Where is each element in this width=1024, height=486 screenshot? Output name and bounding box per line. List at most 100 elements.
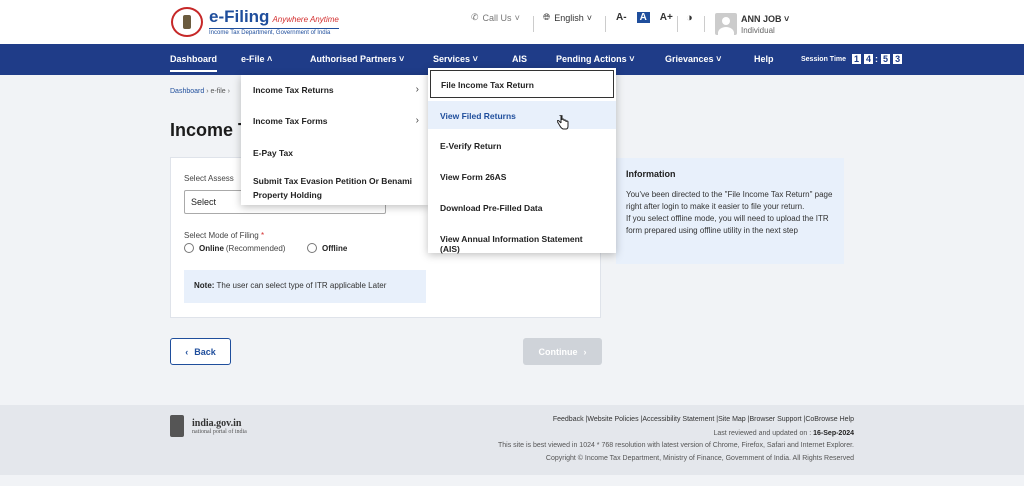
nav-grievances-label: Grievances	[665, 54, 714, 64]
nav-efile-label: e-File	[241, 54, 265, 64]
online-radio[interactable]	[184, 243, 194, 253]
chevron-down-icon: ˅	[784, 13, 790, 24]
back-button[interactable]: ‹ Back	[170, 338, 231, 365]
nav-services[interactable]: Services ˅	[433, 54, 478, 64]
session-digit: 1	[852, 54, 862, 64]
session-digit: 4	[864, 54, 874, 64]
nav-pending-actions[interactable]: Pending Actions ˅	[556, 54, 634, 64]
online-radio-option[interactable]: Online (Recommended)	[184, 243, 285, 253]
note-text: The user can select type of ITR applicab…	[216, 281, 387, 290]
last-reviewed-date: 16-Sep-2024	[813, 430, 854, 437]
menu-item-file-income-tax-return[interactable]: File Income Tax Return	[430, 70, 614, 98]
font-increase-button[interactable]: A+	[660, 12, 673, 23]
services-dropdown-menu: File Income Tax Return View Filed Return…	[428, 68, 616, 254]
user-profile-menu[interactable]: ANN JOB ˅ Individual	[715, 13, 789, 35]
session-colon: :	[875, 54, 879, 64]
nav-grievances[interactable]: Grievances ˅	[665, 54, 721, 64]
session-digit: 3	[893, 54, 903, 64]
information-text-1: You've been directed to the "File Income…	[626, 190, 833, 211]
logo-tagline: Anywhere Anytime	[272, 15, 339, 24]
nav-services-label: Services	[433, 54, 471, 64]
required-mark: *	[260, 231, 265, 240]
top-header: e-Filing Anywhere Anytime Income Tax Depa…	[0, 0, 1024, 44]
footer-links[interactable]: Feedback |Website Policies |Accessibilit…	[553, 416, 854, 423]
india-gov-subtitle: national portal of india	[192, 428, 247, 435]
offline-radio-option[interactable]: Offline	[307, 243, 349, 253]
menu-item-view-filed-returns[interactable]: View Filed Returns	[428, 101, 616, 129]
font-size-controls: A- A A+	[616, 12, 673, 23]
copyright: Copyright © Income Tax Department, Minis…	[545, 455, 854, 462]
online-hint: (Recommended)	[225, 243, 286, 253]
nav-dashboard[interactable]: Dashboard	[170, 54, 218, 72]
menu-item-tax-evasion-line1: Submit Tax Evasion Petition Or Benami	[253, 176, 413, 186]
session-label: Session Time	[801, 55, 847, 63]
nav-help[interactable]: Help	[754, 54, 774, 64]
nav-pending-actions-label: Pending Actions	[556, 54, 627, 64]
emblem-icon	[171, 7, 203, 37]
back-label: Back	[194, 346, 216, 357]
divider	[533, 16, 534, 32]
chevron-down-icon: ˅	[586, 12, 592, 23]
chevron-down-icon: ˅	[514, 12, 520, 23]
logo-title: e-Filing	[209, 7, 270, 26]
breadcrumb-dashboard[interactable]: Dashboard	[170, 88, 204, 95]
note-label: Note:	[194, 281, 215, 290]
chevron-right-icon: ›	[415, 84, 419, 95]
user-role: Individual	[741, 25, 775, 35]
nav-ais[interactable]: AIS	[512, 54, 527, 64]
footer: india.gov.in national portal of india Fe…	[0, 405, 1024, 475]
font-normal-button[interactable]: A	[636, 12, 650, 23]
breadcrumb: Dashboard › e-file ›	[170, 88, 230, 95]
contrast-toggle[interactable]: ◑	[686, 12, 693, 24]
continue-label: Continue	[538, 346, 578, 357]
divider	[605, 16, 606, 32]
india-gov-logo[interactable]: india.gov.in national portal of india	[170, 415, 247, 437]
information-title: Information	[626, 169, 676, 179]
nav-authorised-partners[interactable]: Authorised Partners ˅	[310, 54, 404, 64]
divider	[677, 16, 678, 32]
session-timer: Session Time 1 4 : 5 3	[801, 54, 903, 64]
divider	[704, 16, 705, 32]
chevron-down-icon: ˅	[716, 54, 722, 64]
nav-efile[interactable]: e-File ˄	[241, 54, 272, 64]
offline-label: Offline	[322, 243, 348, 253]
chevron-down-icon: ˅	[629, 54, 635, 64]
assessment-year-label: Select Assess	[184, 174, 234, 183]
session-digit: 5	[881, 54, 891, 64]
chevron-down-icon: ˅	[472, 54, 478, 64]
call-us-label: Call Us	[482, 12, 512, 23]
menu-item-download-prefilled-data[interactable]: Download Pre-Filled Data	[428, 193, 616, 221]
offline-radio[interactable]	[307, 243, 317, 253]
menu-item-view-form-26as[interactable]: View Form 26AS	[428, 162, 616, 190]
last-reviewed: Last reviewed and updated on : 16-Sep-20…	[714, 430, 855, 437]
chevron-down-icon: ˅	[399, 54, 405, 64]
breadcrumb-efile[interactable]: e-file	[210, 88, 225, 95]
menu-item-income-tax-returns[interactable]: Income Tax Returns	[253, 85, 334, 95]
chevron-up-icon: ˄	[267, 54, 273, 64]
logo-subtitle: Income Tax Department, Government of Ind…	[209, 28, 339, 36]
continue-button[interactable]: Continue ›	[523, 338, 602, 365]
menu-item-income-tax-forms[interactable]: Income Tax Forms	[253, 116, 327, 126]
user-name: ANN JOB	[741, 13, 782, 24]
globe-icon: 🌐︎	[543, 12, 551, 22]
filing-mode-label: Select Mode of Filing *	[184, 231, 264, 240]
page-title: Income T	[170, 120, 250, 140]
menu-item-view-ais[interactable]: View Annual Information Statement (AIS)	[428, 224, 616, 254]
menu-item-everify-return[interactable]: E-Verify Return	[428, 131, 616, 159]
call-us-button[interactable]: ✆ Call Us ˅	[471, 12, 520, 23]
avatar	[715, 13, 737, 35]
emblem-icon	[170, 415, 184, 437]
efiling-logo[interactable]: e-Filing Anywhere Anytime Income Tax Depa…	[171, 7, 339, 37]
font-decrease-button[interactable]: A-	[616, 12, 627, 23]
last-reviewed-label: Last reviewed and updated on :	[713, 430, 812, 437]
note-box: Note: The user can select type of ITR ap…	[184, 270, 426, 303]
menu-item-epay-tax[interactable]: E-Pay Tax	[253, 148, 293, 158]
information-panel: Information You've been directed to the …	[616, 158, 844, 264]
nav-authorised-partners-label: Authorised Partners	[310, 54, 397, 64]
filing-mode-label-text: Select Mode of Filing	[184, 231, 259, 240]
language-label: English	[554, 12, 584, 23]
menu-item-tax-evasion-petition[interactable]: Submit Tax Evasion Petition Or Benami Pr…	[253, 176, 412, 200]
language-selector[interactable]: 🌐︎ English ˅	[543, 12, 592, 23]
phone-icon: ✆	[471, 12, 479, 22]
chevron-right-icon: ›	[227, 88, 230, 95]
